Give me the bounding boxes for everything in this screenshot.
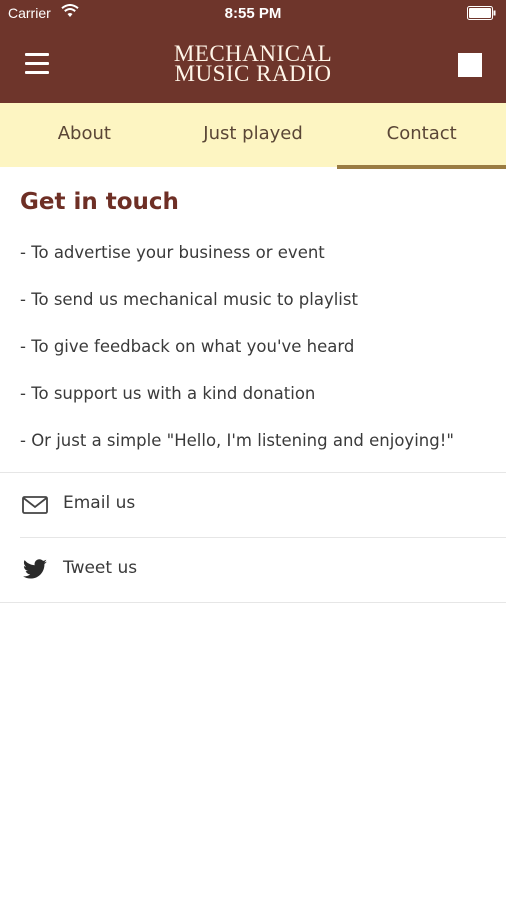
tab-bar: About Just played Contact <box>0 103 506 169</box>
envelope-icon <box>22 496 48 514</box>
list-item: - To give feedback on what you've heard <box>20 337 355 356</box>
logo-line-2: MUSIC RADIO <box>174 61 332 86</box>
list-item: - To support us with a kind donation <box>20 384 316 403</box>
tab-contact[interactable]: Contact <box>337 103 506 169</box>
status-bar: Carrier 8:55 PM <box>0 0 506 28</box>
twitter-icon <box>23 559 47 579</box>
list-item: - To advertise your business or event <box>20 243 325 262</box>
email-us-label: Email us <box>63 493 136 513</box>
email-us-button[interactable]: Email us <box>0 473 506 537</box>
tab-just-played[interactable]: Just played <box>169 103 338 167</box>
reasons-list: - To advertise your business or event - … <box>20 241 500 476</box>
tweet-us-label: Tweet us <box>63 558 138 578</box>
tab-about[interactable]: About <box>0 103 169 167</box>
page-title: Get in touch <box>20 189 179 215</box>
tweet-us-button[interactable]: Tweet us <box>0 538 506 602</box>
stop-icon[interactable] <box>458 53 482 77</box>
battery-icon <box>467 6 496 20</box>
divider <box>0 602 506 603</box>
list-item: - Or just a simple "Hello, I'm listening… <box>20 431 454 450</box>
status-time: 8:55 PM <box>224 5 282 22</box>
list-item: - To send us mechanical music to playlis… <box>20 290 358 309</box>
app-header: Carrier 8:55 PM MECHANICAL MUSIC RADIO <box>0 0 506 103</box>
app-logo: MECHANICAL MUSIC RADIO <box>0 42 506 86</box>
